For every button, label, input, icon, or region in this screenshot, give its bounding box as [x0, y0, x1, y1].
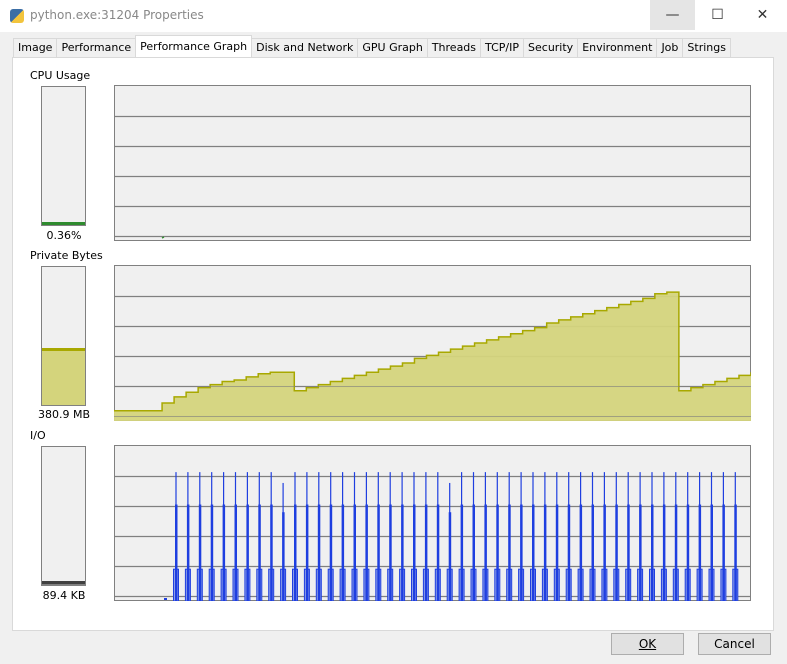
private-bytes-graph: [114, 265, 751, 421]
tab-tcp-ip[interactable]: TCP/IP: [480, 38, 525, 57]
tab-strings[interactable]: Strings: [682, 38, 731, 57]
io-label: I/O: [30, 429, 46, 442]
tab-performance-graph[interactable]: Performance Graph: [135, 35, 253, 57]
cpu-usage-graph: [114, 85, 751, 241]
title-bar: python.exe:31204 Properties — ☐ ✕: [0, 0, 787, 32]
private-bytes-meter: [41, 266, 86, 406]
cpu-usage-value: 0.36%: [46, 229, 82, 242]
ok-button-label: OK: [638, 637, 657, 651]
tab-bar: Image Performance Performance Graph Disk an…: [13, 35, 731, 58]
io-meter: [41, 446, 86, 586]
cancel-button[interactable]: Cancel: [698, 633, 771, 655]
window-title: python.exe:31204 Properties: [30, 8, 204, 22]
tab-job[interactable]: Job: [656, 38, 684, 57]
maximize-button[interactable]: ☐: [695, 0, 740, 30]
cpu-meter-fill: [42, 221, 85, 225]
tab-security[interactable]: Security: [523, 38, 579, 57]
graph-background: [114, 85, 751, 241]
close-button[interactable]: ✕: [740, 0, 785, 30]
cpu-usage-meter: [41, 86, 86, 226]
cancel-button-label: Cancel: [714, 637, 755, 651]
tab-image[interactable]: Image: [13, 38, 58, 57]
cpu-usage-line: [161, 236, 165, 239]
tab-disk-and-network[interactable]: Disk and Network: [251, 38, 359, 57]
io-meter-fill: [42, 580, 85, 585]
tab-threads[interactable]: Threads: [426, 38, 482, 57]
private-bytes-value: 380.9 MB: [37, 408, 91, 421]
io-graph: [114, 445, 751, 601]
minimize-button[interactable]: —: [650, 0, 695, 30]
io-value: 89.4 KB: [42, 589, 86, 602]
tab-performance[interactable]: Performance: [56, 38, 137, 57]
private-bytes-label: Private Bytes: [30, 249, 103, 262]
tab-environment[interactable]: Environment: [577, 38, 658, 57]
tab-gpu-graph[interactable]: GPU Graph: [357, 38, 428, 57]
private-bytes-meter-fill: [42, 348, 85, 405]
ok-button[interactable]: OK: [611, 633, 684, 655]
cpu-usage-label: CPU Usage: [30, 69, 91, 82]
python-app-icon: [10, 9, 24, 23]
